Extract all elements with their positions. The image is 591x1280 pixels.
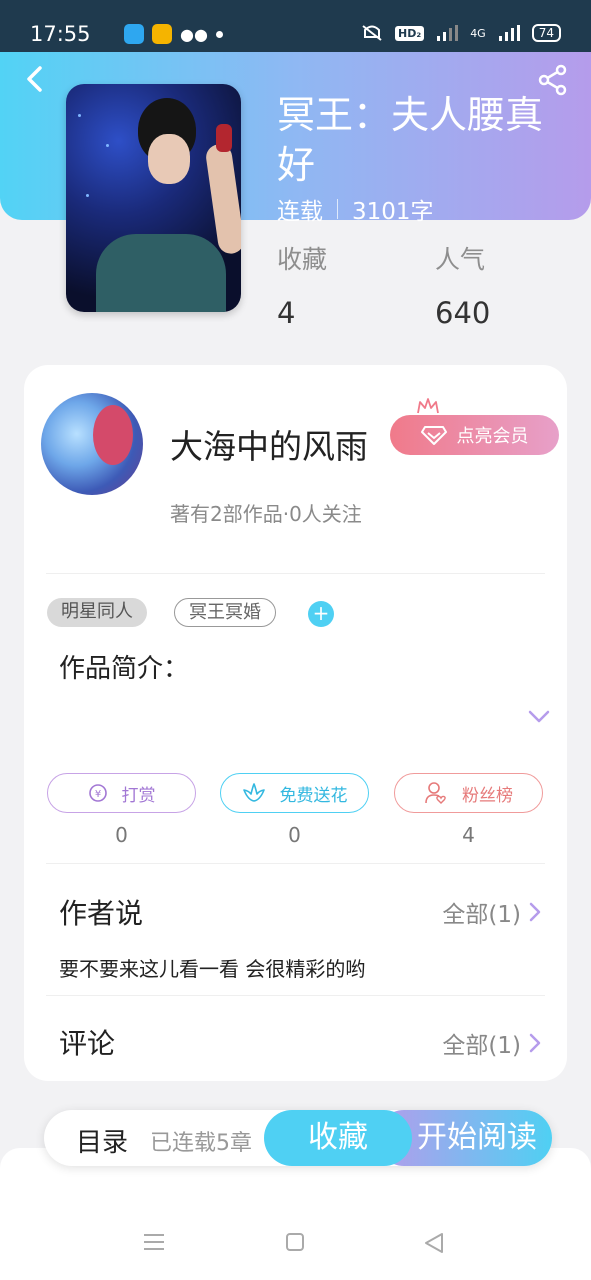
author-subtitle: 著有2部作品·0人关注 <box>170 502 362 526</box>
fan-ranking-label: 粉丝榜 <box>462 785 513 806</box>
signal-icon <box>437 25 459 41</box>
author-said-title: 作者说 <box>59 897 144 930</box>
tag-chip[interactable]: 冥王冥婚 <box>174 598 276 627</box>
svg-text:¥: ¥ <box>94 789 100 800</box>
flower-count: 0 <box>288 823 301 847</box>
author-said-text: 要不要来这儿看一看 会很精彩的哟 <box>59 957 366 981</box>
signal-4g-icon <box>498 25 520 41</box>
back-arrow-icon[interactable] <box>20 64 52 96</box>
tip-count: 0 <box>115 823 128 847</box>
popularity-value: 640 <box>435 296 491 330</box>
book-title: 冥王：夫人腰真好 <box>277 93 544 187</box>
meta-divider <box>337 199 338 219</box>
wechat-icon: ●● <box>180 24 208 44</box>
comments-title: 评论 <box>59 1027 116 1060</box>
crown-icon <box>417 398 439 414</box>
tip-button[interactable]: ¥ 打赏 <box>47 773 196 813</box>
store-app-icon <box>152 24 172 44</box>
chevron-down-icon[interactable] <box>528 710 550 724</box>
browser-app-icon <box>124 24 144 44</box>
status-indicators: HD₂ 4G 74 <box>361 24 561 42</box>
divider <box>46 995 545 996</box>
diamond-icon <box>420 426 447 445</box>
chevron-right-icon <box>529 1033 541 1053</box>
send-flower-button[interactable]: 免费送花 <box>220 773 369 813</box>
divider <box>46 573 545 574</box>
yuan-coin-icon: ¥ <box>88 784 107 802</box>
menu-nav-icon[interactable] <box>143 1232 165 1252</box>
divider <box>46 863 545 864</box>
network-type: 4G <box>470 26 486 40</box>
flower-icon <box>242 783 265 802</box>
status-time: 17:55 <box>30 22 91 46</box>
book-detail-card: 大海中的风雨 点亮会员 著有2部作品·0人关注 明星同人 冥王冥婚 + 作品简介… <box>24 365 567 1081</box>
add-to-favorites-button[interactable]: 收藏 <box>264 1110 412 1166</box>
user-heart-icon <box>425 782 446 804</box>
table-of-contents-button[interactable]: 目录 <box>76 1122 128 1159</box>
popularity-stat: 人气 640 <box>435 240 490 330</box>
book-status: 连载 <box>277 199 323 225</box>
notification-dot <box>215 30 223 38</box>
fan-count: 4 <box>462 823 475 847</box>
book-cover-image <box>66 84 241 312</box>
chapter-count[interactable]: 已连载5章 <box>150 1125 252 1157</box>
chevron-right-icon <box>529 902 541 922</box>
book-word-count: 3101字 <box>352 199 434 225</box>
author-name[interactable]: 大海中的风雨 <box>170 420 368 468</box>
vip-button-label: 点亮会员 <box>456 426 529 447</box>
home-nav-icon[interactable] <box>285 1232 305 1252</box>
author-said-all-link[interactable]: 全部(1) <box>442 895 541 929</box>
back-nav-icon[interactable] <box>424 1232 444 1254</box>
comments-all-label: 全部(1) <box>442 1033 521 1059</box>
book-meta: 连载 3101字 <box>277 192 434 226</box>
bottom-action-bar: 目录 已连载5章 开始阅读 收藏 <box>44 1110 552 1166</box>
comments-all-link[interactable]: 全部(1) <box>442 1026 541 1060</box>
mute-icon <box>362 25 382 41</box>
bottom-area <box>0 1148 591 1280</box>
send-flower-label: 免费送花 <box>279 785 348 806</box>
popularity-label: 人气 <box>435 245 486 274</box>
author-said-all-label: 全部(1) <box>442 902 521 928</box>
add-tag-button[interactable]: + <box>308 601 334 627</box>
author-avatar[interactable] <box>41 393 143 495</box>
battery-indicator: 74 <box>531 24 561 42</box>
status-bar: 17:55 ●● HD₂ 4G 74 <box>0 0 591 52</box>
tag-chip[interactable]: 明星同人 <box>47 598 147 627</box>
favorites-stat: 收藏 4 <box>277 240 327 330</box>
intro-label: 作品简介： <box>59 654 190 684</box>
hd-badge: HD₂ <box>395 25 425 41</box>
activate-vip-button[interactable]: 点亮会员 <box>390 415 559 455</box>
status-app-icons: ●● <box>124 24 223 44</box>
tip-label: 打赏 <box>121 785 156 806</box>
fan-ranking-button[interactable]: 粉丝榜 <box>394 773 543 813</box>
favorites-value: 4 <box>277 296 296 330</box>
favorites-label: 收藏 <box>277 245 328 274</box>
